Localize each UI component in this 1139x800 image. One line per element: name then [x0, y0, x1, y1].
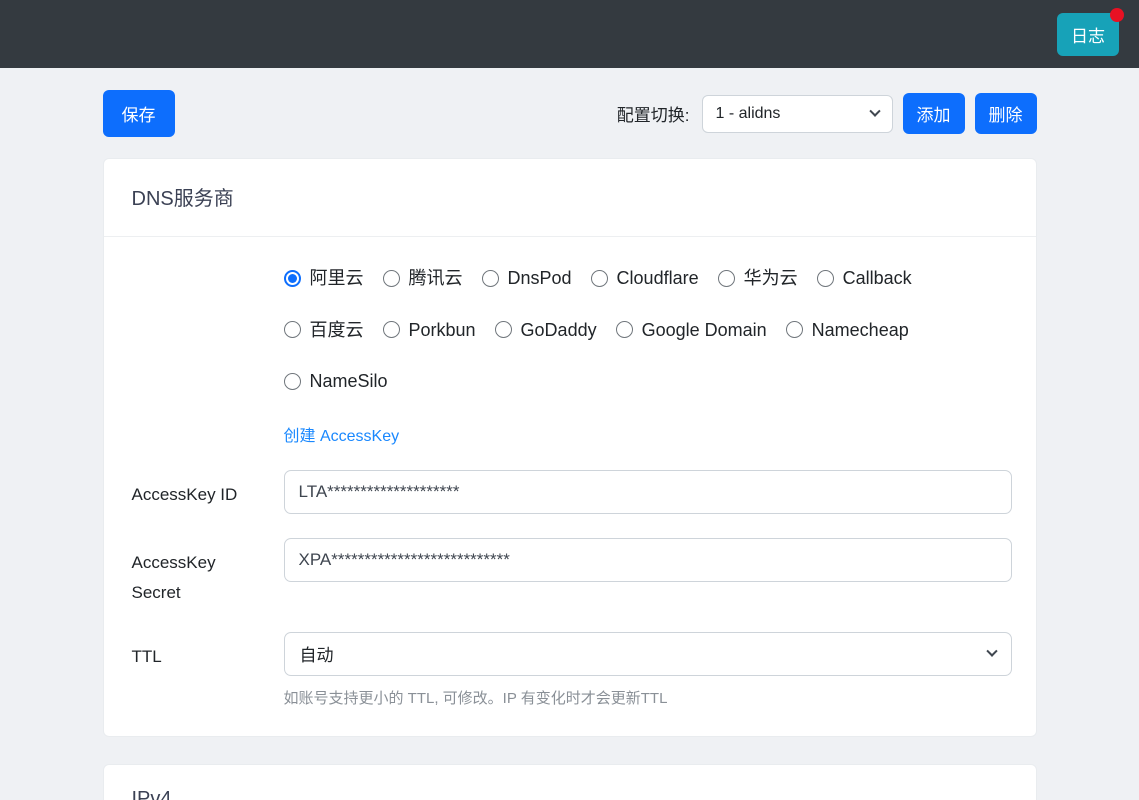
ttl-help-text: 如账号支持更小的 TTL, 可修改。IP 有变化时才会更新TTL: [284, 687, 1012, 708]
chevron-down-icon: [986, 645, 997, 656]
notification-dot-icon: [1110, 8, 1124, 22]
radio-unchecked-icon: [718, 270, 735, 287]
dns-card-title: DNS服务商: [104, 159, 1036, 237]
radio-unchecked-icon: [284, 321, 301, 338]
provider-radio-DnsPod[interactable]: DnsPod: [482, 265, 572, 291]
accesskey-secret-row: AccessKey Secret: [132, 538, 1008, 608]
provider-radio-label: Cloudflare: [617, 265, 699, 291]
add-config-button[interactable]: 添加: [903, 93, 965, 134]
provider-radio-row: 百度云 Porkbun GoDaddy Google Domain Namecheap: [284, 317, 1012, 348]
provider-radio-阿里云[interactable]: 阿里云: [284, 265, 364, 291]
provider-radio-label: GoDaddy: [521, 317, 597, 343]
provider-radio-label: Callback: [843, 265, 912, 291]
dns-provider-card: DNS服务商 阿里云 腾讯云 DnsPod Cloudflare 华为云 Callback…: [103, 158, 1037, 737]
log-button[interactable]: 日志: [1057, 13, 1119, 56]
provider-radio-GoDaddy[interactable]: GoDaddy: [495, 317, 597, 343]
config-switcher: 配置切换: 1 - alidns 添加 删除: [617, 93, 1037, 134]
provider-radio-label: DnsPod: [508, 265, 572, 291]
radio-unchecked-icon: [591, 270, 608, 287]
provider-radio-group: 阿里云 腾讯云 DnsPod Cloudflare 华为云 Callback 百度云 Pork…: [284, 265, 1012, 446]
radio-checked-icon: [284, 270, 301, 287]
provider-radio-腾讯云[interactable]: 腾讯云: [383, 265, 463, 291]
radio-unchecked-icon: [383, 270, 400, 287]
provider-radio-华为云[interactable]: 华为云: [718, 265, 798, 291]
provider-radio-NameSilo[interactable]: NameSilo: [284, 368, 388, 394]
chevron-down-icon: [869, 105, 880, 116]
provider-rows: 阿里云 腾讯云 DnsPod Cloudflare 华为云 Callback 百度云 Pork…: [284, 265, 1012, 399]
provider-label-spacer: [132, 265, 284, 446]
main-container: 保存 配置切换: 1 - alidns 添加 删除 DNS服务商 阿里云腾讯云D…: [103, 90, 1037, 800]
provider-radio-Google Domain[interactable]: Google Domain: [616, 317, 767, 343]
radio-unchecked-icon: [482, 270, 499, 287]
toolbar: 保存 配置切换: 1 - alidns 添加 删除: [103, 90, 1037, 137]
ipv4-card-title: IPv4: [104, 765, 1036, 800]
provider-radio-label: NameSilo: [310, 368, 388, 394]
accesskey-id-input[interactable]: [284, 470, 1012, 514]
radio-unchecked-icon: [616, 321, 633, 338]
delete-config-button[interactable]: 删除: [975, 93, 1037, 134]
provider-radio-label: 华为云: [744, 265, 798, 291]
ttl-select[interactable]: 自动: [284, 632, 1012, 676]
ttl-select-value: 自动: [300, 641, 334, 666]
top-bar: 日志: [0, 0, 1139, 68]
provider-radio-Namecheap[interactable]: Namecheap: [786, 317, 909, 343]
accesskey-id-label: AccessKey ID: [132, 470, 284, 514]
ipv4-card: IPv4: [103, 764, 1037, 800]
provider-radio-Callback[interactable]: Callback: [817, 265, 912, 291]
radio-unchecked-icon: [495, 321, 512, 338]
radio-unchecked-icon: [284, 373, 301, 390]
config-select[interactable]: 1 - alidns: [702, 95, 893, 133]
provider-radio-label: Google Domain: [642, 317, 767, 343]
provider-radio-label: Namecheap: [812, 317, 909, 343]
radio-unchecked-icon: [817, 270, 834, 287]
ttl-label: TTL: [132, 632, 284, 708]
accesskey-id-row: AccessKey ID: [132, 470, 1008, 514]
dns-card-body: 阿里云 腾讯云 DnsPod Cloudflare 华为云 Callback 百度云 Pork…: [104, 237, 1036, 736]
accesskey-secret-input[interactable]: [284, 538, 1012, 582]
save-button[interactable]: 保存: [103, 90, 175, 137]
ttl-row: TTL 自动 如账号支持更小的 TTL, 可修改。IP 有变化时才会更新TTL: [132, 632, 1008, 708]
provider-radio-label: 百度云: [310, 317, 364, 343]
provider-row: 阿里云 腾讯云 DnsPod Cloudflare 华为云 Callback 百度云 Pork…: [132, 265, 1008, 446]
log-button-label: 日志: [1071, 27, 1105, 46]
config-select-value: 1 - alidns: [716, 105, 781, 123]
provider-radio-Cloudflare[interactable]: Cloudflare: [591, 265, 699, 291]
provider-radio-row: NameSilo: [284, 368, 1012, 399]
page: 日志 保存 配置切换: 1 - alidns 添加 删除 DNS服务商: [0, 0, 1139, 800]
provider-radio-label: 阿里云: [310, 265, 364, 291]
provider-radio-label: 腾讯云: [409, 265, 463, 291]
radio-unchecked-icon: [383, 321, 400, 338]
provider-radio-Porkbun[interactable]: Porkbun: [383, 317, 476, 343]
accesskey-secret-label: AccessKey Secret: [132, 538, 284, 608]
provider-radio-row: 阿里云 腾讯云 DnsPod Cloudflare 华为云 Callback: [284, 265, 1012, 296]
provider-radio-label: Porkbun: [409, 317, 476, 343]
provider-radio-百度云[interactable]: 百度云: [284, 317, 364, 343]
config-switch-label: 配置切换:: [617, 101, 690, 126]
radio-unchecked-icon: [786, 321, 803, 338]
create-accesskey-link[interactable]: 创建 AccessKey: [284, 422, 400, 446]
